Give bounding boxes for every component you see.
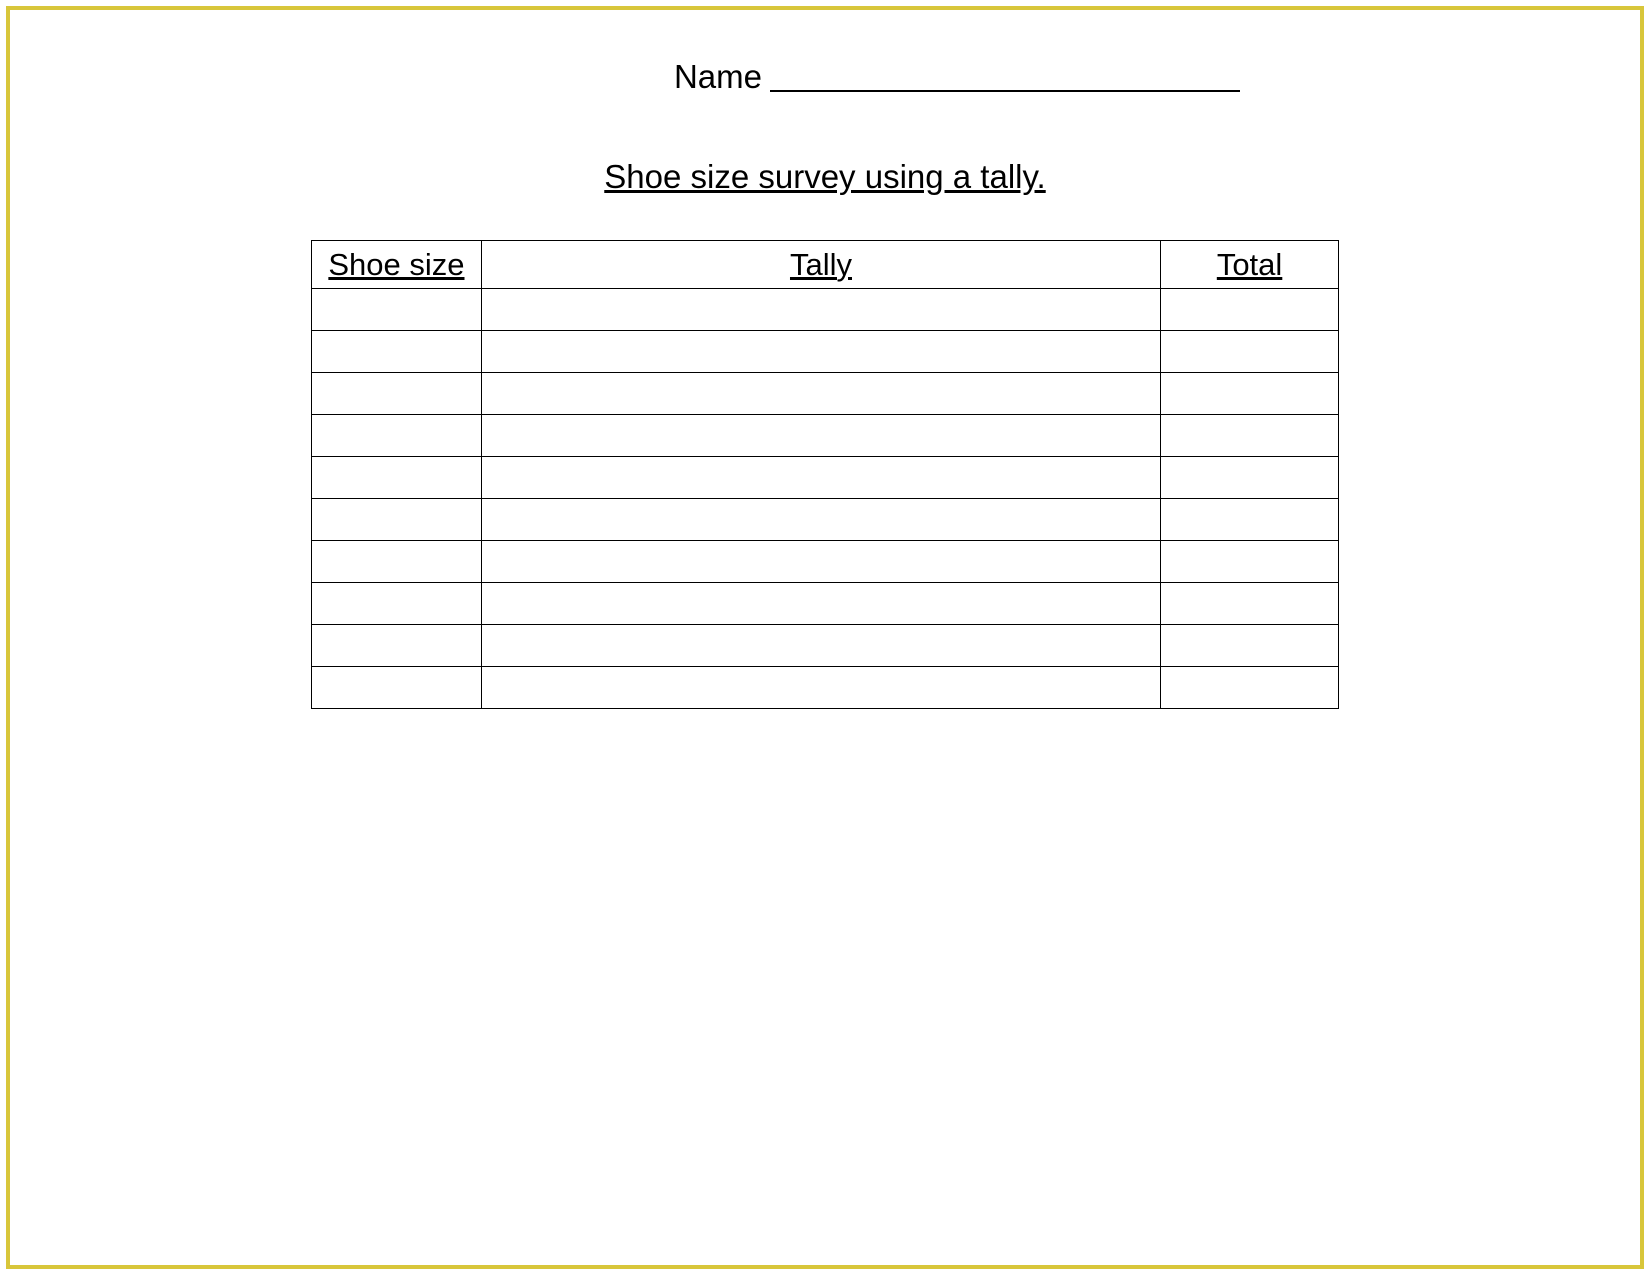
cell-shoe_size[interactable] [312, 289, 482, 331]
name-label: Name [674, 58, 762, 96]
table-row [312, 625, 1339, 667]
page-border: Name Shoe size survey using a tally. Sho… [6, 6, 1644, 1269]
table-row [312, 499, 1339, 541]
table-row [312, 331, 1339, 373]
cell-shoe_size[interactable] [312, 541, 482, 583]
cell-total[interactable] [1161, 625, 1339, 667]
table-row [312, 541, 1339, 583]
cell-shoe_size[interactable] [312, 457, 482, 499]
cell-total[interactable] [1161, 457, 1339, 499]
cell-shoe_size[interactable] [312, 415, 482, 457]
cell-total[interactable] [1161, 541, 1339, 583]
cell-tally[interactable] [481, 667, 1160, 709]
cell-shoe_size[interactable] [312, 499, 482, 541]
cell-tally[interactable] [481, 625, 1160, 667]
name-field-row: Name [10, 58, 1640, 96]
cell-tally[interactable] [481, 457, 1160, 499]
table-row [312, 373, 1339, 415]
table-row [312, 667, 1339, 709]
cell-shoe_size[interactable] [312, 625, 482, 667]
table-body [312, 289, 1339, 709]
cell-shoe_size[interactable] [312, 667, 482, 709]
cell-tally[interactable] [481, 331, 1160, 373]
cell-tally[interactable] [481, 583, 1160, 625]
header-total: Total [1161, 241, 1339, 289]
cell-total[interactable] [1161, 373, 1339, 415]
cell-tally[interactable] [481, 289, 1160, 331]
worksheet-content: Name Shoe size survey using a tally. Sho… [10, 10, 1640, 1265]
cell-shoe_size[interactable] [312, 583, 482, 625]
cell-total[interactable] [1161, 583, 1339, 625]
name-blank-line[interactable] [770, 90, 1240, 92]
cell-total[interactable] [1161, 415, 1339, 457]
cell-total[interactable] [1161, 289, 1339, 331]
cell-tally[interactable] [481, 541, 1160, 583]
worksheet-title: Shoe size survey using a tally. [10, 158, 1640, 196]
cell-total[interactable] [1161, 499, 1339, 541]
table-row [312, 583, 1339, 625]
table-row [312, 457, 1339, 499]
table-row [312, 415, 1339, 457]
table-row [312, 289, 1339, 331]
tally-table: Shoe size Tally Total [311, 240, 1339, 709]
cell-tally[interactable] [481, 499, 1160, 541]
cell-shoe_size[interactable] [312, 331, 482, 373]
cell-total[interactable] [1161, 331, 1339, 373]
cell-tally[interactable] [481, 373, 1160, 415]
table-header-row: Shoe size Tally Total [312, 241, 1339, 289]
header-tally: Tally [481, 241, 1160, 289]
cell-shoe_size[interactable] [312, 373, 482, 415]
header-shoe-size: Shoe size [312, 241, 482, 289]
cell-total[interactable] [1161, 667, 1339, 709]
cell-tally[interactable] [481, 415, 1160, 457]
